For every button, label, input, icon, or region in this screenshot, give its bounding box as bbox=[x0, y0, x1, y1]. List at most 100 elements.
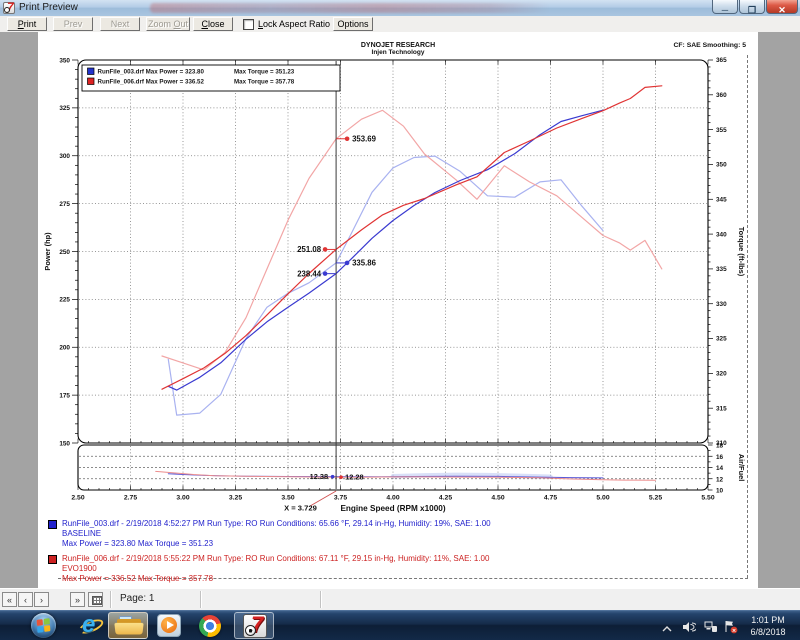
svg-text:18: 18 bbox=[716, 443, 724, 450]
title-bar: 7 Print Preview ─ ❐ ✕ bbox=[0, 0, 800, 17]
svg-text:Max Torque = 357.78: Max Torque = 357.78 bbox=[234, 79, 295, 86]
svg-text:325: 325 bbox=[716, 336, 727, 343]
svg-text:320: 320 bbox=[716, 371, 727, 378]
svg-text:12: 12 bbox=[716, 476, 724, 483]
svg-text:14: 14 bbox=[716, 465, 724, 472]
svg-text:×: × bbox=[732, 627, 736, 634]
lock-aspect-ratio-label: Lock Aspect Ratio bbox=[258, 19, 330, 29]
dynojet-app-button[interactable]: 7 bbox=[234, 612, 274, 639]
svg-text:250: 250 bbox=[59, 249, 70, 256]
svg-text:3.25: 3.25 bbox=[229, 495, 242, 502]
close-button[interactable]: ✕ bbox=[766, 0, 798, 14]
start-button[interactable] bbox=[31, 613, 56, 638]
options-button[interactable]: Options bbox=[333, 17, 373, 31]
svg-text:150: 150 bbox=[59, 440, 70, 447]
action-center-flag-icon[interactable]: × bbox=[724, 620, 738, 639]
close-preview-button[interactable]: Close bbox=[193, 17, 233, 31]
curve-runfile_003-torque bbox=[168, 156, 603, 415]
svg-text:3.75: 3.75 bbox=[334, 495, 347, 502]
run-max-values: Max Power = 323.80 Max Torque = 351.23 bbox=[62, 539, 748, 549]
lock-aspect-ratio-checkbox[interactable] bbox=[243, 19, 254, 30]
svg-text:3.00: 3.00 bbox=[176, 495, 189, 502]
separator bbox=[200, 591, 202, 608]
first-page-button[interactable]: « bbox=[2, 592, 17, 607]
svg-text:275: 275 bbox=[59, 201, 70, 208]
zoom-out-button[interactable]: Zoom Out bbox=[146, 17, 190, 31]
restore-icon: ❐ bbox=[748, 5, 756, 15]
svg-text:365: 365 bbox=[716, 57, 727, 64]
run-max-values: Max Power = 336.52 Max Torque = 357.78 bbox=[62, 574, 748, 584]
prev-page-button[interactable]: ‹ bbox=[18, 592, 33, 607]
network-icon[interactable] bbox=[704, 620, 718, 638]
prev-button[interactable]: Prev bbox=[53, 17, 93, 31]
preview-area: DYNOJET RESEARCH Injen Technology CF: SA… bbox=[0, 32, 800, 588]
next-page-button[interactable]: › bbox=[34, 592, 49, 607]
svg-text:12.28: 12.28 bbox=[345, 473, 364, 482]
svg-text:175: 175 bbox=[59, 392, 70, 399]
volume-icon[interactable] bbox=[682, 620, 696, 638]
svg-text:3.50: 3.50 bbox=[281, 495, 294, 502]
show-hidden-icons-button[interactable] bbox=[662, 620, 672, 638]
svg-text:238.44: 238.44 bbox=[297, 269, 322, 278]
next-button[interactable]: Next bbox=[100, 17, 140, 31]
svg-text:2.75: 2.75 bbox=[124, 495, 137, 502]
svg-text:4.00: 4.00 bbox=[386, 495, 399, 502]
media-player-button[interactable] bbox=[155, 613, 185, 639]
svg-text:350: 350 bbox=[59, 57, 70, 64]
svg-text:340: 340 bbox=[716, 231, 727, 238]
page-grid-button[interactable] bbox=[88, 592, 103, 607]
svg-text:251.08: 251.08 bbox=[297, 245, 322, 254]
svg-text:4.50: 4.50 bbox=[491, 495, 504, 502]
minimize-button[interactable]: ─ bbox=[712, 0, 738, 14]
svg-text:Air/Fuel: Air/Fuel bbox=[737, 454, 746, 482]
svg-text:Max Torque = 351.23: Max Torque = 351.23 bbox=[234, 69, 295, 76]
app-icon: 7 bbox=[3, 2, 15, 14]
restore-button[interactable]: ❐ bbox=[739, 0, 765, 14]
run-color-swatch bbox=[48, 555, 57, 564]
svg-text:4.75: 4.75 bbox=[544, 495, 557, 502]
svg-text:300: 300 bbox=[59, 153, 70, 160]
svg-text:330: 330 bbox=[716, 301, 727, 308]
last-page-button[interactable]: » bbox=[70, 592, 85, 607]
chrome-icon bbox=[199, 615, 221, 637]
run-info-baseline: RunFile_003.drf - 2/19/2018 4:52:27 PM R… bbox=[48, 519, 748, 549]
chrome-button[interactable] bbox=[196, 613, 226, 639]
svg-text:16: 16 bbox=[716, 454, 724, 461]
svg-text:Engine Speed (RPM x1000): Engine Speed (RPM x1000) bbox=[340, 504, 445, 513]
curve-runfile_006-torque bbox=[162, 110, 662, 370]
window-title: Print Preview bbox=[19, 2, 78, 13]
print-button[interactable]: Print bbox=[7, 17, 47, 31]
svg-text:325: 325 bbox=[59, 105, 70, 112]
page-margin-guide-right bbox=[747, 55, 748, 578]
separator bbox=[320, 591, 322, 608]
status-bar: « ‹ › » Page: 1 bbox=[0, 588, 800, 610]
run-color-swatch bbox=[48, 520, 57, 529]
dyno-chart: 1501752002252502753003253503103153203253… bbox=[38, 32, 758, 588]
windows-taskbar: e 7 × bbox=[0, 610, 800, 640]
internet-explorer-button[interactable]: e bbox=[76, 613, 108, 639]
svg-text:RunFile_006.drf Max Power = 33: RunFile_006.drf Max Power = 336.52 bbox=[98, 79, 205, 86]
curve-runfile_003-power bbox=[168, 110, 603, 390]
windows-explorer-button[interactable] bbox=[108, 612, 148, 639]
svg-text:345: 345 bbox=[716, 196, 727, 203]
svg-text:355: 355 bbox=[716, 127, 727, 134]
clock-time: 1:01 PM bbox=[740, 614, 796, 626]
run-info-block: RunFile_003.drf - 2/19/2018 4:52:27 PM R… bbox=[48, 519, 748, 589]
separator bbox=[110, 591, 112, 608]
curve-runfile_006-power bbox=[162, 86, 662, 389]
cursor-x-label: X = 3.729 bbox=[284, 504, 317, 513]
svg-text:Power (hp): Power (hp) bbox=[43, 232, 52, 271]
run-details: RunFile_006.drf - 2/19/2018 5:55:22 PM R… bbox=[62, 554, 748, 564]
svg-text:225: 225 bbox=[59, 297, 70, 304]
page-number-label: Page: 1 bbox=[120, 593, 154, 604]
chevron-up-icon bbox=[662, 625, 672, 633]
taskbar-clock[interactable]: 1:01 PM 6/8/2018 bbox=[740, 614, 796, 638]
run-label: EVO1900 bbox=[62, 564, 748, 574]
svg-text:360: 360 bbox=[716, 92, 727, 99]
internet-explorer-icon: e bbox=[82, 612, 95, 638]
svg-text:5.00: 5.00 bbox=[596, 495, 609, 502]
svg-text:335.86: 335.86 bbox=[352, 259, 377, 268]
minimize-icon: ─ bbox=[722, 5, 728, 15]
svg-text:Torque (ft-lbs): Torque (ft-lbs) bbox=[737, 227, 746, 277]
svg-text:353.69: 353.69 bbox=[352, 134, 377, 143]
